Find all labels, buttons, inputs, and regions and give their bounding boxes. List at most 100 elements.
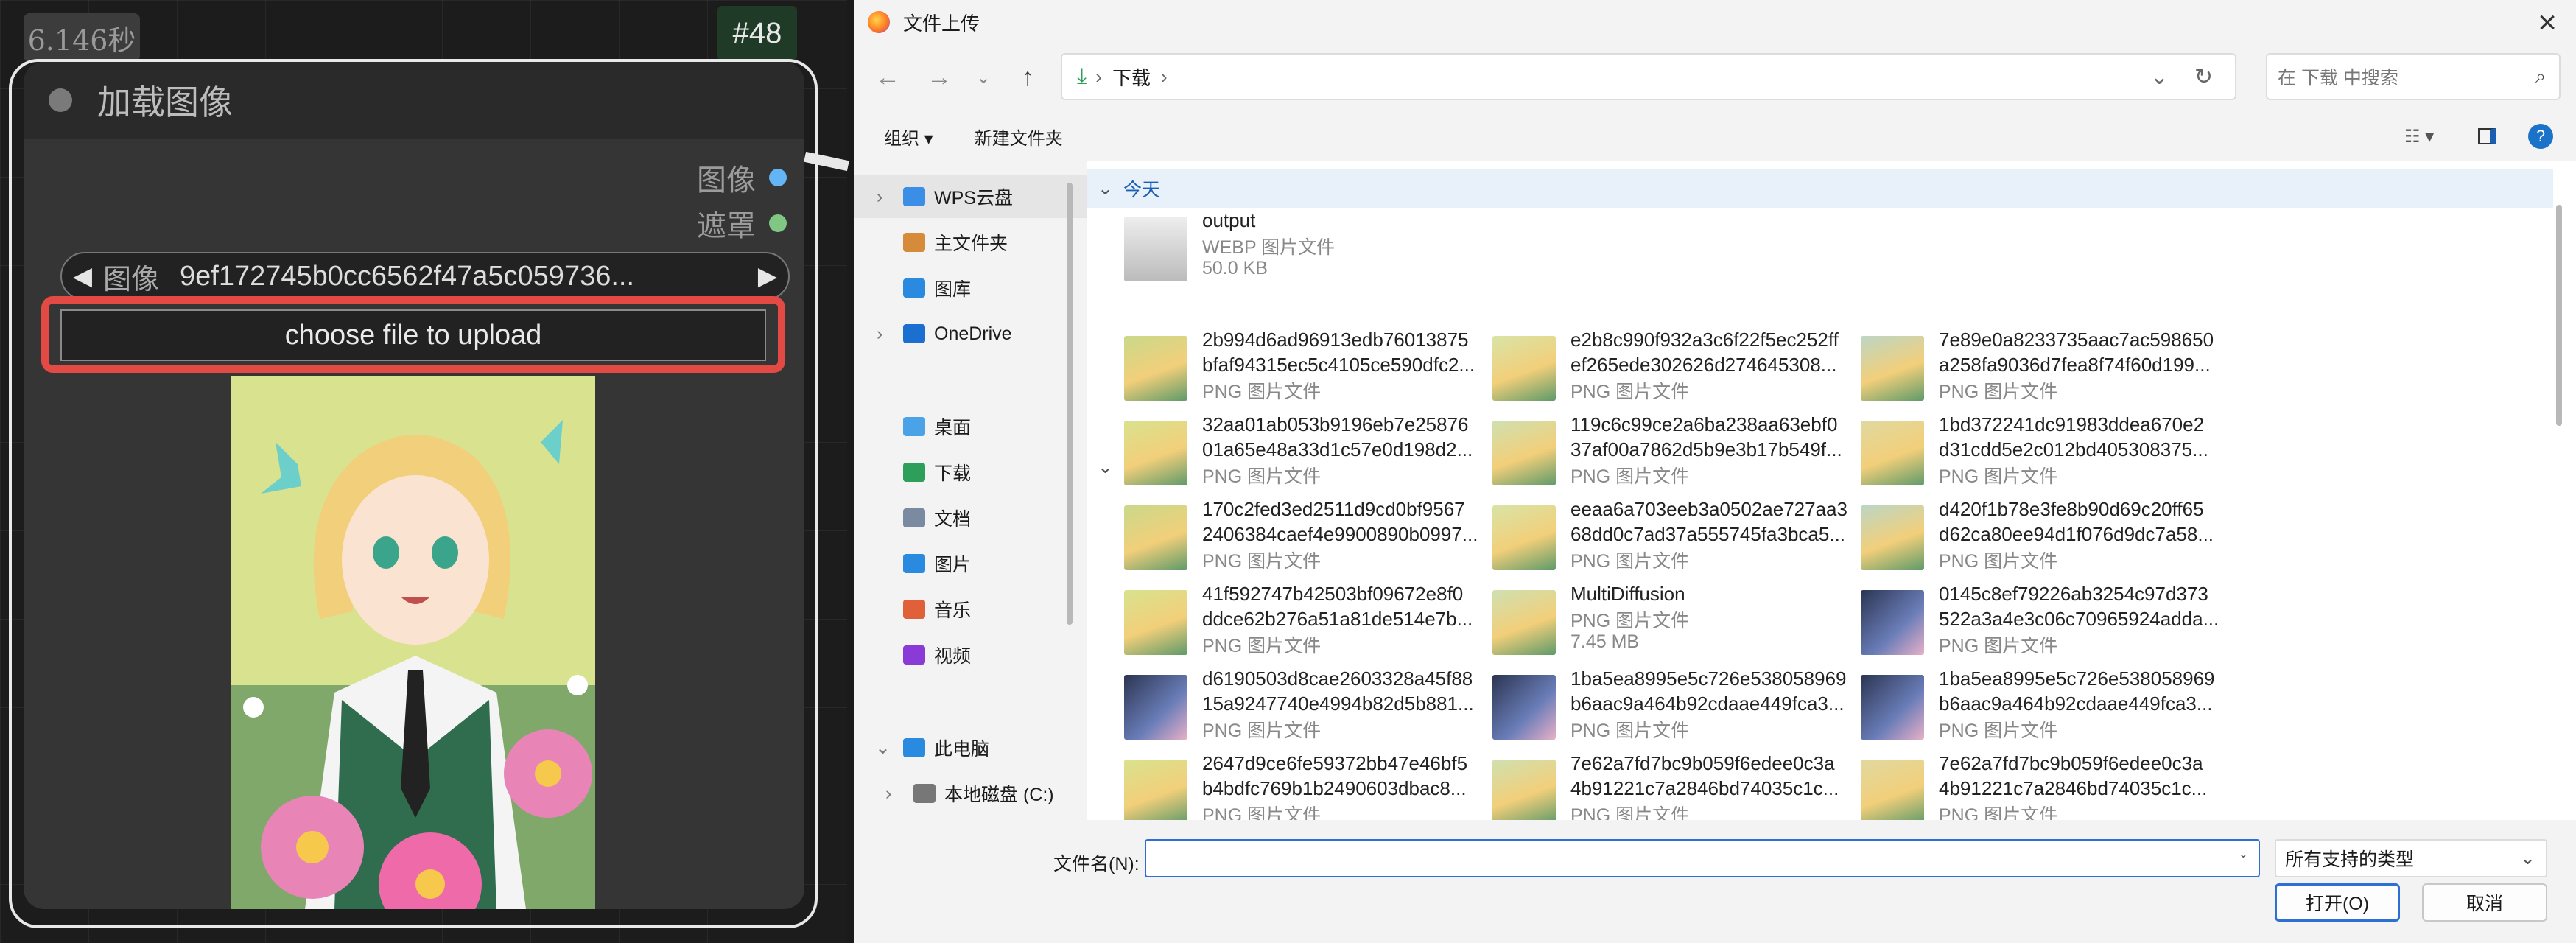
cancel-button[interactable]: 取消	[2422, 883, 2547, 922]
image-output-slot-icon[interactable]	[769, 169, 787, 186]
file-item[interactable]: 7e62a7fd7bc9b059f6edee0c3a 4b91221c7a2846…	[1492, 751, 1861, 820]
output-image[interactable]: 图像	[697, 156, 787, 199]
prev-arrow-icon[interactable]: ◀	[62, 262, 103, 291]
document-icon	[903, 508, 925, 527]
sidebar-item-2[interactable]: 图库	[854, 267, 1117, 309]
organize-menu[interactable]: 组织 ▾	[884, 124, 933, 150]
file-thumbnail	[1124, 336, 1187, 401]
expand-chevron-icon[interactable]: ›	[877, 323, 882, 345]
file-item[interactable]: 7e89e0a8233735aac7ac598650 a258fa9036d7fe…	[1861, 327, 2229, 410]
sidebar-scrollbar[interactable]	[1065, 161, 1075, 820]
file-item[interactable]: eeaa6a703eeb3a0502ae727aa3 68dd0c7ad37a55…	[1492, 497, 1861, 579]
file-list[interactable]: ⌄ 今天 ⌄ 昨天 outputWEBP 图片文件50.0 KB2b994d6a…	[1087, 161, 2576, 820]
sidebar-item-1[interactable]: 主文件夹	[854, 221, 1117, 264]
forward-arrow-icon[interactable]: →	[913, 63, 965, 92]
image-combo-widget[interactable]: ◀ 图像 9ef172745b0cc6562f47a5c059736... ▶	[60, 252, 790, 301]
filename-input[interactable]: ⌄	[1145, 839, 2260, 877]
breadcrumb-chevron-icon[interactable]: ›	[1161, 66, 1168, 88]
sidebar-item-0[interactable]: › WPS云盘	[854, 175, 1117, 218]
file-name: d6190503d8cae2603328a45f88	[1202, 667, 1473, 690]
file-item[interactable]: output WEBP 图片文件 50.0 KB	[1124, 208, 1492, 290]
file-item[interactable]: d420f1b78e3fe8b90d69c20ff65 d62ca80ee94d1…	[1861, 497, 2229, 579]
open-button[interactable]: 打开(O)	[2275, 883, 2400, 922]
file-name: 7e62a7fd7bc9b059f6edee0c3a	[1570, 752, 1835, 774]
file-item[interactable]: e2b8c990f932a3c6f22f5ec252ff ef265ede3026…	[1492, 327, 1861, 410]
sidebar-item-label: 本地磁盘 (C:)	[944, 785, 1054, 805]
file-type: PNG 图片文件	[1570, 382, 1690, 402]
node-header[interactable]: 加载图像	[24, 62, 804, 139]
file-size: 7.45 MB	[1570, 631, 1640, 652]
file-list-scrollbar[interactable]	[2554, 190, 2564, 779]
address-dropdown-icon[interactable]: ⌄	[2150, 64, 2169, 90]
combo-value[interactable]: 9ef172745b0cc6562f47a5c059736...	[180, 261, 747, 292]
file-item[interactable]: 1ba5ea8995e5c726e538058969 b6aac9a464b92c…	[1861, 666, 2229, 749]
preview-pane-icon[interactable]	[2478, 128, 2496, 144]
load-image-node[interactable]: 加载图像 图像 遮罩 ◀ 图像 9ef172745b0cc6562f47a5c0…	[24, 62, 804, 909]
file-name: 1ba5ea8995e5c726e538058969	[1939, 667, 2215, 690]
file-item[interactable]: 2b994d6ad96913edb76013875 bfaf94315ec5c41…	[1124, 327, 1492, 410]
refresh-icon[interactable]: ↻	[2194, 64, 2213, 90]
file-item[interactable]: 7e62a7fd7bc9b059f6edee0c3a 4b91221c7a2846…	[1861, 751, 2229, 820]
disk-icon	[913, 784, 936, 803]
chevron-down-icon[interactable]: ⌄	[1098, 178, 1113, 200]
file-item[interactable]: 119c6c99ce2a6ba238aa63ebf0 37af00a7862d5b…	[1492, 412, 1861, 494]
sidebar-item-7[interactable]: 图片📌	[854, 542, 1117, 585]
sidebar-item-3[interactable]: › OneDrive	[854, 312, 1117, 355]
sidebar-item-9[interactable]: 视频📌	[854, 634, 1117, 676]
collapse-chevron-icon[interactable]: ⌄	[875, 737, 891, 759]
sidebar-item-8[interactable]: 音乐📌	[854, 588, 1117, 631]
breadcrumb-downloads[interactable]: 下载	[1112, 63, 1151, 91]
file-name: d420f1b78e3fe8b90d69c20ff65	[1939, 498, 2204, 520]
search-input[interactable]: 在 下载 中搜索 ⌕	[2266, 53, 2561, 100]
file-type: WEBP 图片文件	[1202, 237, 1336, 258]
group-header-today[interactable]: ⌄ 今天	[1087, 169, 2553, 208]
output-mask[interactable]: 遮罩	[697, 202, 787, 245]
sidebar-item-5[interactable]: 下载📌	[854, 451, 1117, 494]
file-name-line2: ddce62b276a51a81de514e7b...	[1202, 608, 1473, 630]
file-name-line2: b4bdfc769b1b2490603dbac8...	[1202, 777, 1467, 799]
close-icon[interactable]: ×	[2538, 4, 2557, 41]
view-mode-icon[interactable]: ☷ ▾	[2404, 126, 2434, 147]
address-bar[interactable]: ⤓ › 下载 › ⌄ ↻	[1061, 53, 2236, 100]
file-item[interactable]: 170c2fed3ed2511d9cd0bf9567 2406384caef4e9…	[1124, 497, 1492, 579]
file-type-select[interactable]: 所有支持的类型 ⌄	[2275, 839, 2547, 877]
file-item[interactable]: 32aa01ab053b9196eb7e25876 01a65e48a33d1c5…	[1124, 412, 1492, 494]
file-type: PNG 图片文件	[1202, 721, 1322, 741]
sidebar-item-10[interactable]: ⌄ 此电脑	[854, 726, 1117, 769]
file-item[interactable]: 2647d9ce6fe59372bb47e46bf5 b4bdfc769b1b24…	[1124, 751, 1492, 820]
image-preview	[231, 376, 595, 909]
file-item[interactable]: 41f592747b42503bf09672e8f0 ddce62b276a51a…	[1124, 581, 1492, 664]
mask-output-slot-icon[interactable]	[769, 214, 787, 232]
file-item[interactable]: 1ba5ea8995e5c726e538058969 b6aac9a464b92c…	[1492, 666, 1861, 749]
help-icon[interactable]: ?	[2528, 124, 2553, 149]
sidebar-item-4[interactable]: 桌面📌	[854, 405, 1117, 448]
file-name-line2: 68dd0c7ad37a555745fa3bca5...	[1570, 523, 1846, 545]
new-folder-button[interactable]: 新建文件夹	[975, 124, 1063, 150]
file-name: 7e62a7fd7bc9b059f6edee0c3a	[1939, 752, 2203, 774]
file-name-line2: d62ca80ee94d1f076d9dc7a58...	[1939, 523, 2214, 545]
file-item[interactable]: 1bd372241dc91983ddea670e2 d31cdd5e2c012bd…	[1861, 412, 2229, 494]
expand-chevron-icon[interactable]: ›	[877, 186, 882, 208]
sidebar-item-11[interactable]: › 本地磁盘 (C:)	[854, 772, 1127, 815]
back-arrow-icon[interactable]: ←	[862, 63, 913, 92]
chevron-down-icon[interactable]: ⌄	[2520, 847, 2535, 869]
file-upload-dialog[interactable]: 文件上传 × ← → ⌄ ↑ ⤓ › 下载 › ⌄ ↻ 在 下载 中搜索 ⌕ 组…	[854, 0, 2576, 943]
chevron-down-icon[interactable]: ⌄	[1098, 456, 1113, 478]
filename-dropdown-icon[interactable]: ⌄	[2239, 846, 2248, 861]
expand-chevron-icon[interactable]: ›	[885, 783, 891, 804]
dialog-titlebar[interactable]: 文件上传 ×	[854, 0, 2576, 44]
file-item[interactable]: MultiDiffusion PNG 图片文件 7.45 MB	[1492, 581, 1861, 664]
file-item[interactable]: 0145c8ef79226ab3254c97d373 522a3a4e3c06c7…	[1861, 581, 2229, 664]
onedrive-icon	[903, 324, 925, 343]
up-arrow-icon[interactable]: ↑	[1002, 63, 1053, 92]
next-arrow-icon[interactable]: ▶	[747, 262, 788, 291]
collapse-dot-icon[interactable]	[49, 88, 72, 112]
file-item[interactable]: d6190503d8cae2603328a45f88 15a9247740e499…	[1124, 666, 1492, 749]
choose-file-button[interactable]: choose file to upload	[60, 309, 766, 361]
file-name-line2: d31cdd5e2c012bd405308375...	[1939, 438, 2208, 460]
node-canvas[interactable]: 6.146秒 #48 加载图像 图像 遮罩 ◀ 图像 9ef172745b0cc…	[0, 0, 849, 943]
sidebar-item-6[interactable]: 文档📌	[854, 497, 1117, 539]
file-name: 1ba5ea8995e5c726e538058969	[1570, 667, 1847, 690]
file-name: output	[1202, 209, 1256, 231]
recent-chevron-icon[interactable]: ⌄	[965, 67, 1002, 88]
